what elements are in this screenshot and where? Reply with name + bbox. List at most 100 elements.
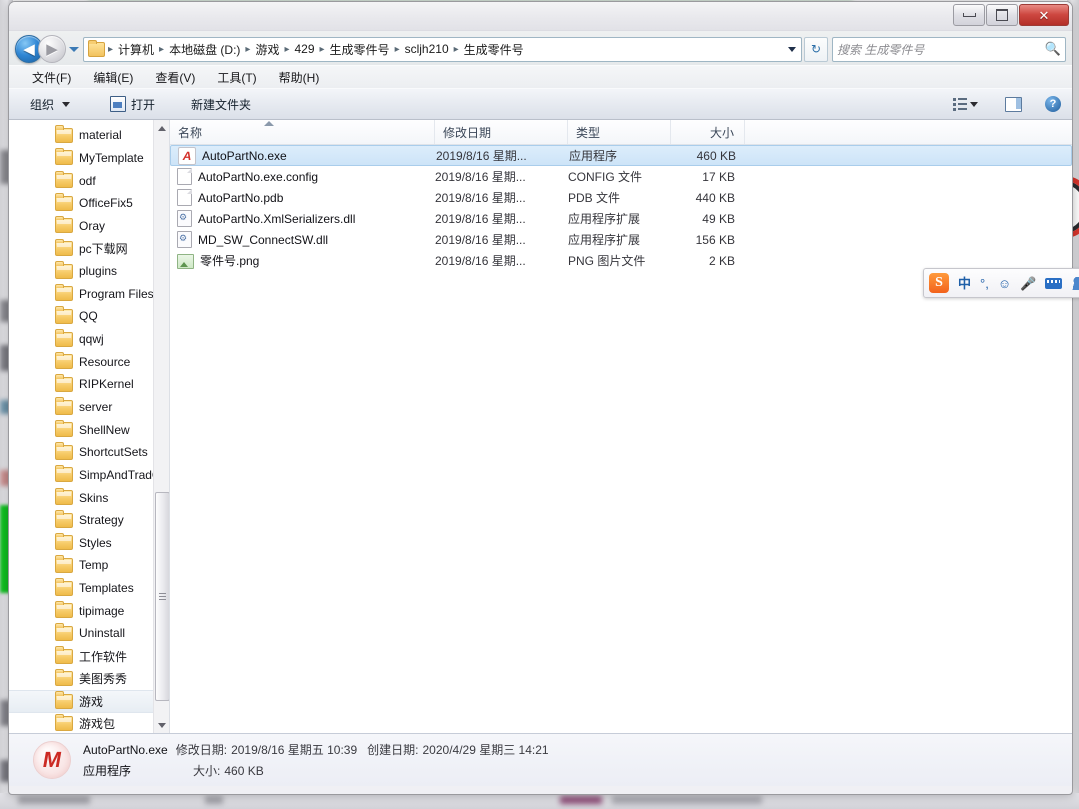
sidebar-item-3[interactable]: OfficeFix5 xyxy=(9,192,155,215)
sogou-logo-icon[interactable]: S xyxy=(929,273,949,293)
menu-item-file[interactable]: 文件(F) xyxy=(21,66,82,89)
sidebar-item-12[interactable]: server xyxy=(9,396,155,419)
menu-item-edit[interactable]: 编辑(E) xyxy=(82,66,144,89)
sidebar-item-2[interactable]: odf xyxy=(9,169,155,192)
change-view-button[interactable] xyxy=(948,92,983,116)
ime-punctuation-button[interactable]: °, xyxy=(980,276,989,291)
details-text-block: AutoPartNo.exe 修改日期: 2019/8/16 星期五 10:39… xyxy=(83,741,559,779)
sidebar-item-6[interactable]: plugins xyxy=(9,260,155,283)
breadcrumb-label[interactable]: 计算机 xyxy=(114,39,158,60)
sidebar-item-label: QQ xyxy=(79,309,98,324)
breadcrumb-label[interactable]: 生成零件号 xyxy=(460,39,528,60)
forward-button[interactable]: ▶ xyxy=(38,35,66,63)
sidebar-item-8[interactable]: QQ xyxy=(9,305,155,328)
sidebar-item-20[interactable]: Templates xyxy=(9,577,155,600)
column-header-2[interactable]: 类型 xyxy=(568,120,671,144)
search-input[interactable]: 搜索 生成零件号 🔍 xyxy=(832,36,1066,62)
breadcrumb-separator[interactable]: ▸ xyxy=(107,44,114,55)
breadcrumb-item-0[interactable]: 计算机 ▸ xyxy=(114,39,165,60)
dll-file-icon xyxy=(177,231,192,248)
sidebar-item-19[interactable]: Temp xyxy=(9,554,155,577)
sidebar-item-4[interactable]: Oray xyxy=(9,215,155,238)
ime-emoji-button[interactable]: ☺ xyxy=(998,276,1011,291)
cell-file-type: 应用程序扩展 xyxy=(568,233,641,247)
breadcrumb-separator[interactable]: ▸ xyxy=(283,44,290,55)
folder-icon xyxy=(55,374,73,392)
sidebar-item-18[interactable]: Styles xyxy=(9,532,155,555)
sidebar-item-25[interactable]: 游戏 xyxy=(9,690,155,713)
table-row[interactable]: MD_SW_ConnectSW.dll 2019/8/16 星期... 应用程序扩展… xyxy=(170,229,1072,250)
breadcrumb-item-4[interactable]: 生成零件号 ▸ xyxy=(326,39,401,60)
sidebar-item-15[interactable]: SimpAndTradCo xyxy=(9,464,167,487)
folder-icon xyxy=(55,170,73,189)
breadcrumb-label[interactable]: 429 xyxy=(290,40,318,58)
scroll-down-button[interactable] xyxy=(154,717,169,733)
search-icon: 🔍 xyxy=(1044,41,1061,56)
column-header-0[interactable]: 名称 xyxy=(170,120,435,144)
sidebar-item-14[interactable]: ShortcutSets xyxy=(9,441,155,464)
recent-pages-button[interactable] xyxy=(69,46,79,52)
sidebar-item-13[interactable]: ShellNew xyxy=(9,418,155,441)
scroll-up-button[interactable] xyxy=(154,120,169,136)
breadcrumb-label[interactable]: 游戏 xyxy=(251,39,283,60)
breadcrumb-separator[interactable]: ▸ xyxy=(319,44,326,55)
breadcrumb-separator[interactable]: ▸ xyxy=(453,44,460,55)
ime-voice-button[interactable]: 🎤 xyxy=(1020,276,1036,291)
sidebar-item-22[interactable]: Uninstall xyxy=(9,622,155,645)
new-folder-button[interactable]: 新建文件夹 xyxy=(182,91,260,118)
menu-item-help[interactable]: 帮助(H) xyxy=(268,66,331,89)
sidebar-item-1[interactable]: MyTemplate xyxy=(9,147,155,170)
sidebar-item-21[interactable]: tipimage xyxy=(9,599,155,622)
sidebar-item-10[interactable]: Resource xyxy=(9,350,155,373)
sidebar-item-7[interactable]: Program Files xyxy=(9,282,155,305)
close-button[interactable]: ✕ xyxy=(1019,4,1069,26)
sidebar-item-11[interactable]: RIPKernel xyxy=(9,373,155,396)
breadcrumb-item-3[interactable]: 429 ▸ xyxy=(290,40,325,58)
maximize-button[interactable] xyxy=(986,4,1018,26)
sidebar-item-9[interactable]: qqwj xyxy=(9,328,155,351)
account-icon[interactable] xyxy=(1071,276,1079,290)
organize-button[interactable]: 组织 xyxy=(21,91,79,118)
table-row[interactable]: AutoPartNo.pdb 2019/8/16 星期... PDB 文件 440 K… xyxy=(170,187,1072,208)
sidebar-item-17[interactable]: Strategy xyxy=(9,509,155,532)
app-logo-glyph: M xyxy=(40,747,64,772)
breadcrumb-separator[interactable]: ▸ xyxy=(394,44,401,55)
menu-item-tools[interactable]: 工具(T) xyxy=(206,66,267,89)
cell-file-name: AutoPartNo.XmlSerializers.dll xyxy=(170,210,435,227)
breadcrumb-label[interactable]: scljh210 xyxy=(401,40,453,58)
scrollbar-thumb[interactable] xyxy=(155,492,169,701)
ime-mode-button[interactable]: 中 xyxy=(958,276,971,291)
breadcrumb-label[interactable]: 本地磁盘 (D:) xyxy=(165,39,244,60)
table-row[interactable]: A AutoPartNo.exe 2019/8/16 星期... 应用程序 460 KB xyxy=(170,145,1072,166)
open-button[interactable]: 打开 xyxy=(101,91,164,118)
minimize-button[interactable] xyxy=(953,4,985,26)
breadcrumb-label[interactable]: 生成零件号 xyxy=(326,39,394,60)
sidebar-item-0[interactable]: material xyxy=(9,124,155,147)
breadcrumb-item-5[interactable]: scljh210 ▸ xyxy=(401,40,460,58)
column-header-1[interactable]: 修改日期 xyxy=(435,120,568,144)
refresh-button[interactable]: ↻ xyxy=(804,36,828,62)
breadcrumb-item-6[interactable]: 生成零件号 xyxy=(460,39,528,60)
help-button[interactable]: ? xyxy=(1040,92,1066,116)
preview-pane-button[interactable] xyxy=(1000,92,1027,116)
breadcrumb-separator[interactable]: ▸ xyxy=(158,44,165,55)
sidebar-item-23[interactable]: 工作软件 xyxy=(9,645,155,668)
sidebar-item-16[interactable]: Skins xyxy=(9,486,155,509)
sidebar-item-26[interactable]: 游戏包 xyxy=(9,713,155,733)
table-row[interactable]: AutoPartNo.exe.config 2019/8/16 星期... CONF… xyxy=(170,166,1072,187)
sidebar-item-label: plugins xyxy=(79,264,118,279)
table-row[interactable]: AutoPartNo.XmlSerializers.dll 2019/8/16 星… xyxy=(170,208,1072,229)
breadcrumb-separator[interactable]: ▸ xyxy=(244,44,251,55)
sidebar-item-24[interactable]: 美图秀秀 xyxy=(9,667,155,690)
cell-file-type: PDB 文件 xyxy=(568,191,621,205)
breadcrumb-item-2[interactable]: 游戏 ▸ xyxy=(251,39,290,60)
navigation-scrollbar[interactable] xyxy=(153,120,169,733)
ime-toolbar[interactable]: S 中 °, ☺ 🎤 xyxy=(923,268,1079,298)
menu-item-view[interactable]: 查看(V) xyxy=(144,66,206,89)
column-header-3[interactable]: 大小 xyxy=(671,120,745,144)
keyboard-icon[interactable] xyxy=(1045,277,1063,289)
breadcrumb-item-1[interactable]: 本地磁盘 (D:) ▸ xyxy=(165,39,251,60)
chevron-down-icon[interactable] xyxy=(788,46,796,52)
breadcrumb[interactable]: ▸ 计算机 ▸ 本地磁盘 (D:) ▸ 游戏 ▸ 429 ▸ 生成零件号 ▸ s… xyxy=(83,36,802,62)
sidebar-item-5[interactable]: pc下载网 xyxy=(9,237,155,260)
